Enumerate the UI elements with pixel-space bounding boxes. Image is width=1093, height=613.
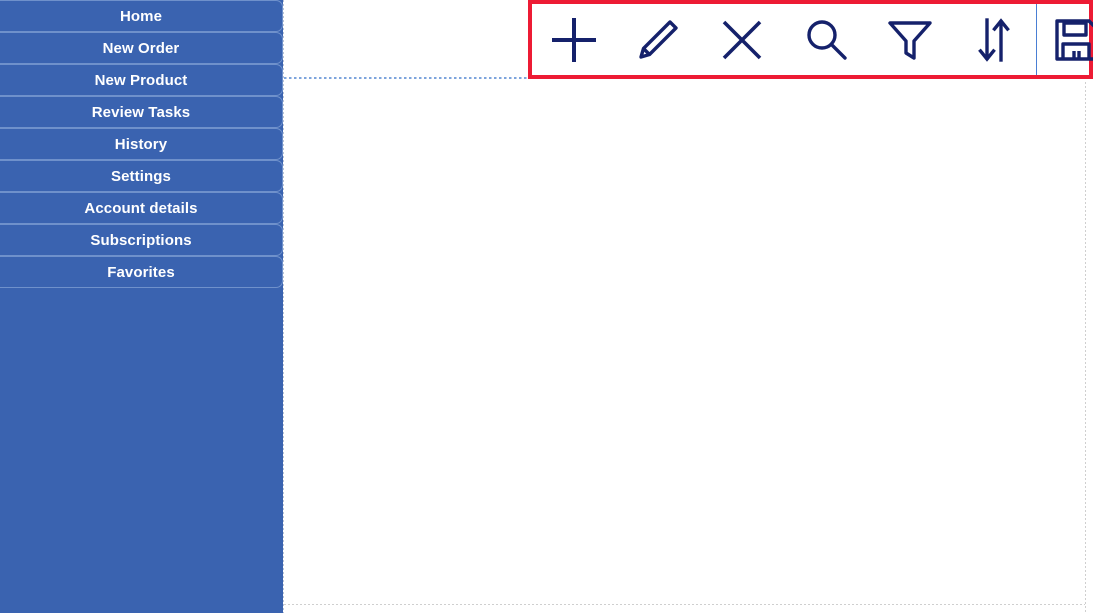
- toolbar: [528, 0, 1093, 79]
- header-separator-guide: [284, 77, 529, 79]
- toolbar-save-group: [1037, 4, 1093, 75]
- sidebar-item-history[interactable]: History: [0, 128, 283, 160]
- close-x-icon: [716, 14, 768, 66]
- delete-button[interactable]: [700, 4, 784, 75]
- filter-funnel-icon: [884, 14, 936, 66]
- sidebar-item-label: New Product: [94, 72, 188, 89]
- save-floppy-icon: [1050, 14, 1093, 66]
- plus-icon: [548, 14, 600, 66]
- page-bottom-margin-guide: [284, 604, 1085, 605]
- sidebar-item-label: Favorites: [107, 264, 175, 281]
- sort-button[interactable]: [952, 4, 1036, 75]
- sidebar-item-settings[interactable]: Settings: [0, 160, 283, 192]
- sidebar-nav-list: Home New Order New Product Review Tasks …: [0, 0, 283, 288]
- filter-button[interactable]: [868, 4, 952, 75]
- search-icon: [800, 14, 852, 66]
- add-button[interactable]: [532, 4, 616, 75]
- edit-button[interactable]: [616, 4, 700, 75]
- sidebar-item-home[interactable]: Home: [0, 0, 283, 32]
- sort-arrows-icon: [968, 14, 1020, 66]
- sidebar-item-label: Subscriptions: [90, 232, 192, 249]
- sidebar-item-favorites[interactable]: Favorites: [0, 256, 283, 288]
- sidebar-item-label: New Order: [102, 40, 180, 57]
- sidebar-item-label: Review Tasks: [91, 104, 191, 121]
- search-button[interactable]: [784, 4, 868, 75]
- sidebar-item-new-order[interactable]: New Order: [0, 32, 283, 64]
- main-content-area: [284, 0, 1093, 613]
- sidebar-item-subscriptions[interactable]: Subscriptions: [0, 224, 283, 256]
- app-window: Home New Order New Product Review Tasks …: [0, 0, 1093, 613]
- save-button[interactable]: [1037, 4, 1093, 75]
- pencil-icon: [632, 14, 684, 66]
- sidebar-item-review-tasks[interactable]: Review Tasks: [0, 96, 283, 128]
- sidebar-item-label: Account details: [84, 200, 198, 217]
- sidebar: Home New Order New Product Review Tasks …: [0, 0, 283, 613]
- sidebar-item-label: Home: [119, 8, 163, 25]
- sidebar-item-account-details[interactable]: Account details: [0, 192, 283, 224]
- sidebar-item-new-product[interactable]: New Product: [0, 64, 283, 96]
- toolbar-action-group: [532, 4, 1036, 75]
- sidebar-item-label: Settings: [111, 168, 171, 185]
- sidebar-item-label: History: [114, 136, 168, 153]
- page-right-margin-guide: [1085, 82, 1086, 613]
